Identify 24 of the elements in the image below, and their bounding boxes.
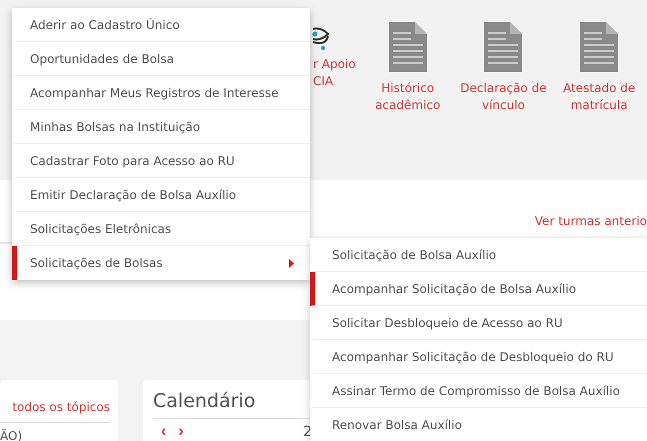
submenu-item[interactable]: Solicitação de Bolsa Auxílio <box>310 238 647 272</box>
submenu-item[interactable]: Acompanhar Solicitação de Desbloqueio do RU <box>310 340 647 374</box>
previous-button[interactable]: ‹ <box>161 423 166 441</box>
menu-item[interactable]: Emitir Declaração de Bolsa Auxílio <box>12 178 310 212</box>
menu-item[interactable]: Oportunidades de Bolsa <box>12 42 310 76</box>
menu-item[interactable]: Aderir ao Cadastro Único <box>12 8 310 42</box>
submenu-item[interactable]: Assinar Termo de Compromisso de Bolsa Auxílio <box>310 374 647 408</box>
shortcut-link[interactable]: Histórico acadêmico <box>375 80 440 114</box>
submenu-item[interactable]: Solicitar Desbloqueio de Acesso ao RU <box>310 306 647 340</box>
menu-item[interactable]: Cadastrar Foto para Acesso ao RU <box>12 144 310 178</box>
menu-item[interactable]: Acompanhar Meus Registros de Interesse <box>12 76 310 110</box>
all-topics-link[interactable]: todos os tópicos <box>0 400 110 423</box>
document-icon <box>484 22 522 72</box>
menu-item[interactable]: Solicitações Eletrônicas <box>12 212 310 246</box>
submenu-item[interactable]: Acompanhar Solicitação de Bolsa Auxílio <box>310 272 647 306</box>
document-icon <box>580 22 618 72</box>
shortcut-link[interactable]: Atestado de matrícula <box>563 80 636 114</box>
menu-item[interactable]: Minhas Bolsas na Instituição <box>12 110 310 144</box>
next-button[interactable]: › <box>178 423 184 441</box>
eye-icon <box>312 26 330 52</box>
shortcut-link[interactable]: r Apoio CIA <box>313 56 356 90</box>
previous-classes-link[interactable]: Ver turmas anterio <box>534 214 647 228</box>
shortcut-link[interactable]: Declaração de vínculo <box>460 80 547 114</box>
document-icon <box>388 22 427 72</box>
